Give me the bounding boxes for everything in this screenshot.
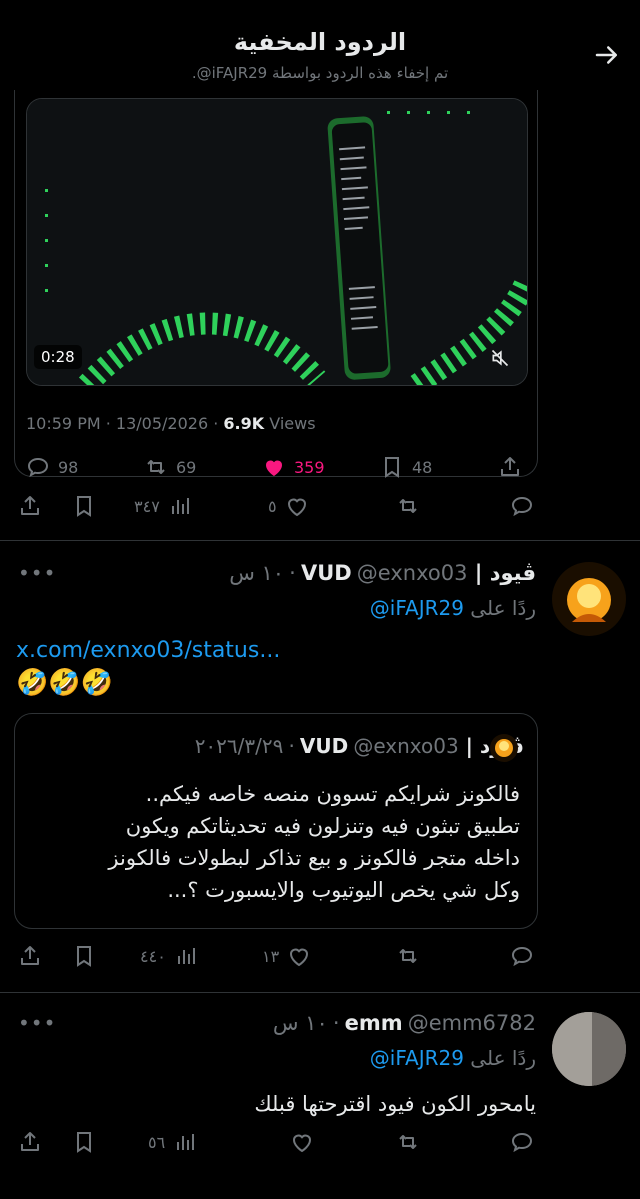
share-icon — [21, 946, 39, 965]
user-handle[interactable]: @emm6782 — [408, 1011, 536, 1035]
like-count: ٥ — [268, 496, 277, 516]
display-name[interactable]: emm — [345, 1011, 403, 1035]
views-count: ٤٤٠ — [140, 946, 166, 966]
heart-icon — [287, 498, 306, 517]
like-count: ١٣ — [262, 946, 280, 966]
quote-line: تطبيق تبثون فيه وتنزلون فيه تحديثاتكم وي… — [125, 814, 520, 838]
replying-to-link[interactable]: @iFAJR29 — [370, 1046, 464, 1070]
like-action[interactable]: 359 — [262, 455, 325, 479]
tweet-meta: 10:59 PM · 13/05/2026 · 6.9K Views — [26, 414, 316, 433]
analytics-icon — [177, 948, 195, 964]
bookmark-icon — [77, 496, 91, 517]
retweet-icon — [399, 949, 417, 963]
replying-to-link[interactable]: @iFAJR29 — [370, 596, 464, 620]
share-action[interactable] — [18, 944, 42, 968]
views-label: Views — [269, 414, 316, 433]
reply-action[interactable]: 98 — [26, 455, 78, 479]
quote-line: فالكونز شرايكم تسوون منصه خاصه فيكم.. — [145, 782, 520, 806]
share-icon — [21, 496, 39, 515]
retweet-action[interactable] — [396, 494, 420, 518]
hidden-replies-header: الردود المخفية تم إخفاء هذه الردود بواسط… — [0, 0, 640, 90]
divider — [0, 540, 640, 541]
time-ago: ١٠ س — [272, 1011, 328, 1035]
quote-avatar — [490, 734, 518, 762]
reply-count: 98 — [58, 457, 79, 477]
heart-filled-icon — [266, 460, 282, 476]
video-thumbnail — [27, 99, 527, 385]
back-arrow-icon[interactable] — [592, 40, 622, 70]
views-action[interactable]: ٥٦ — [148, 1130, 197, 1154]
quote-header: ڤيود | VUD @exnxo03 · ٢٠٢٦/٣/٢٩ — [195, 734, 524, 758]
share-icon — [21, 1132, 39, 1151]
page-subtitle: تم إخفاء هذه الردود بواسطة iFAJR29@. — [191, 64, 449, 82]
like-action[interactable]: ٥ — [268, 494, 309, 518]
share-action[interactable] — [18, 1130, 42, 1154]
like-action[interactable]: ١٣ — [262, 944, 311, 968]
quote-line: وكل شي يخص اليوتيوب والايسبورت ؟... — [167, 878, 520, 902]
quote-text: فالكونز شرايكم تسوون منصه خاصه فيكم.. تط… — [40, 778, 520, 906]
reply-action[interactable] — [510, 1130, 534, 1154]
video-player[interactable] — [26, 98, 528, 386]
retweet-icon — [399, 1135, 417, 1149]
retweet-icon — [147, 460, 165, 474]
heart-icon — [292, 1134, 312, 1153]
bookmark-icon — [77, 1132, 91, 1153]
retweet-action[interactable] — [396, 1130, 420, 1154]
mute-icon[interactable] — [490, 348, 510, 368]
quote-date: ٢٠٢٦/٣/٢٩ — [194, 734, 284, 758]
reply-icon — [511, 496, 533, 517]
emoji-text: 🤣🤣🤣 — [16, 668, 114, 698]
views-action[interactable]: ٣٤٧ — [134, 494, 192, 518]
divider — [0, 992, 640, 993]
avatar[interactable] — [552, 562, 626, 636]
quote-handle: @exnxo03 — [353, 734, 459, 758]
views-count: 6.9K — [223, 414, 265, 433]
tweet-timestamp: 10:59 PM · 13/05/2026 · — [26, 414, 219, 433]
reply-icon — [511, 946, 533, 967]
heart-icon — [290, 948, 309, 967]
retweet-action[interactable]: 69 — [144, 455, 196, 479]
bookmark-count: 48 — [412, 457, 433, 477]
replying-prefix: ردًا على — [470, 596, 536, 620]
avatar[interactable] — [552, 1012, 626, 1086]
replying-to: ردًا على @iFAJR29 — [370, 596, 536, 620]
share-icon — [501, 457, 519, 476]
reply-header: ڤيود | VUD @exnxo03 · ١٠ س — [229, 561, 536, 585]
analytics-icon — [177, 1134, 195, 1150]
quote-line: داخله متجر فالكونز و بيع تذاكر لبطولات ف… — [108, 846, 520, 870]
reply-text: يامحور الكون فيود اقترحتها قبلك — [254, 1092, 536, 1116]
bookmark-icon — [77, 946, 91, 967]
bookmark-icon — [385, 457, 399, 478]
retweet-action[interactable] — [396, 944, 420, 968]
share-action[interactable] — [498, 455, 522, 479]
user-handle[interactable]: @exnxo03 — [357, 561, 468, 585]
time-ago: ١٠ س — [229, 561, 285, 585]
like-action[interactable] — [290, 1130, 314, 1154]
reply-action[interactable] — [510, 494, 534, 518]
bookmark-action[interactable] — [72, 944, 96, 968]
views-count: ٣٤٧ — [134, 496, 160, 516]
bookmark-action[interactable] — [72, 494, 96, 518]
reply-header: emm @emm6782 · ١٠ س — [272, 1011, 536, 1035]
retweet-count: 69 — [176, 457, 197, 477]
replying-to: ردًا على @iFAJR29 — [370, 1046, 536, 1070]
reply-action[interactable] — [510, 944, 534, 968]
replying-prefix: ردًا على — [470, 1046, 536, 1070]
status-link[interactable]: x.com/exnxo03/status... — [16, 638, 280, 663]
retweet-icon — [399, 499, 417, 513]
more-options-icon[interactable]: ••• — [18, 561, 56, 585]
bookmark-action[interactable]: 48 — [380, 455, 432, 479]
reply-icon — [27, 457, 49, 478]
bookmark-action[interactable] — [72, 1130, 96, 1154]
views-action[interactable]: ٤٤٠ — [140, 944, 198, 968]
page-title: الردود المخفية — [233, 28, 407, 56]
like-count: 359 — [294, 457, 325, 477]
share-action[interactable] — [18, 494, 42, 518]
video-duration-badge: 0:28 — [34, 345, 82, 369]
reply-icon — [511, 1132, 533, 1153]
views-count: ٥٦ — [148, 1132, 166, 1152]
analytics-icon — [171, 498, 189, 514]
more-options-icon[interactable]: ••• — [18, 1011, 56, 1035]
